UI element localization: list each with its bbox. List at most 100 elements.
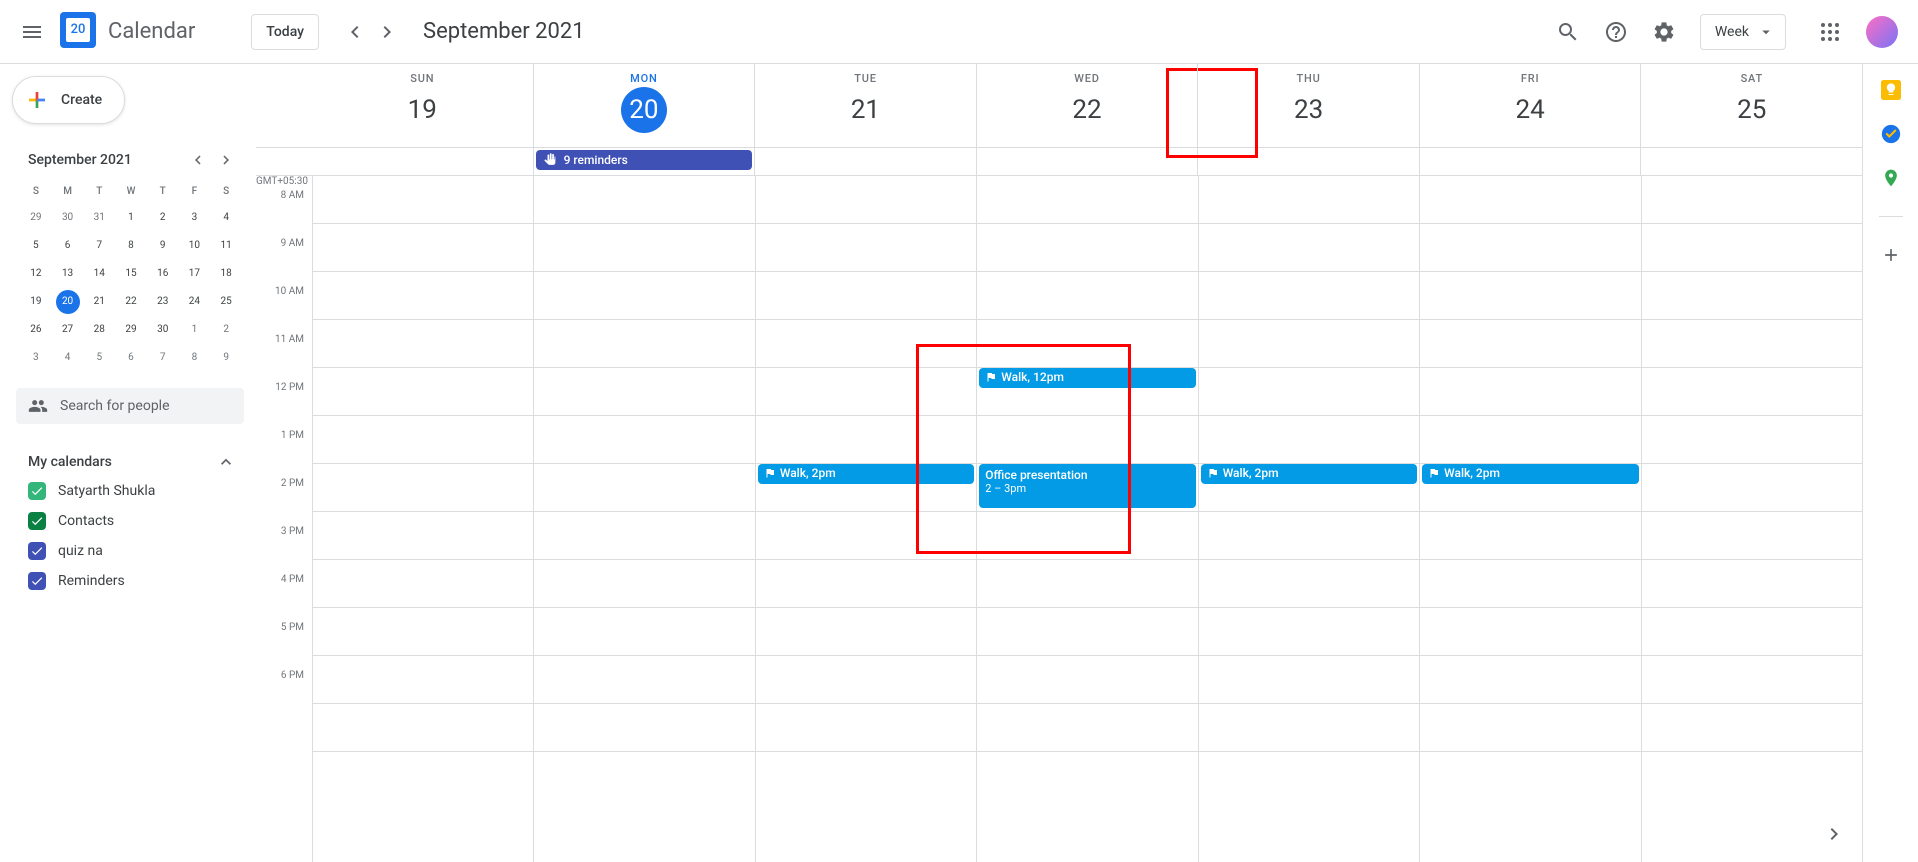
hour-cell[interactable] xyxy=(313,272,533,320)
hour-cell[interactable] xyxy=(534,224,754,272)
day-column[interactable]: Walk, 2pm xyxy=(755,176,976,862)
hour-cell[interactable] xyxy=(534,320,754,368)
hour-cell[interactable] xyxy=(1642,608,1862,656)
hour-cell[interactable] xyxy=(977,272,1197,320)
mini-cal-day[interactable]: 2 xyxy=(151,206,175,230)
hour-cell[interactable] xyxy=(1642,176,1862,224)
hour-cell[interactable] xyxy=(313,512,533,560)
hour-cell[interactable] xyxy=(313,416,533,464)
calendar-list-item[interactable]: quiz na xyxy=(20,536,244,566)
hour-cell[interactable] xyxy=(977,704,1197,752)
mini-cal-day[interactable]: 9 xyxy=(214,346,238,370)
google-apps-button[interactable] xyxy=(1810,12,1850,52)
hour-cell[interactable] xyxy=(1199,512,1419,560)
calendar-list-item[interactable]: Reminders xyxy=(20,566,244,596)
hour-cell[interactable] xyxy=(1199,656,1419,704)
tasks-app-button[interactable] xyxy=(1881,124,1901,144)
hour-cell[interactable] xyxy=(1642,272,1862,320)
view-selector[interactable]: Week xyxy=(1700,14,1786,50)
hour-cell[interactable] xyxy=(977,224,1197,272)
mini-cal-day[interactable]: 31 xyxy=(87,206,111,230)
prev-period-button[interactable] xyxy=(339,16,371,48)
create-button[interactable]: Create xyxy=(12,76,125,124)
allday-cell[interactable]: 9 reminders xyxy=(533,148,755,175)
day-column-header[interactable]: SUN19 xyxy=(312,64,533,147)
hour-cell[interactable] xyxy=(1420,416,1640,464)
allday-cell[interactable] xyxy=(1640,148,1862,175)
hour-cell[interactable] xyxy=(977,416,1197,464)
hour-cell[interactable] xyxy=(1642,416,1862,464)
mini-cal-day[interactable]: 29 xyxy=(119,318,143,342)
hour-cell[interactable] xyxy=(1420,176,1640,224)
hour-cell[interactable] xyxy=(1420,320,1640,368)
hour-cell[interactable] xyxy=(1199,608,1419,656)
calendar-list-item[interactable]: Contacts xyxy=(20,506,244,536)
hour-cell[interactable] xyxy=(1642,224,1862,272)
hour-cell[interactable] xyxy=(977,560,1197,608)
hour-cell[interactable] xyxy=(1420,512,1640,560)
hour-cell[interactable] xyxy=(1642,368,1862,416)
side-panel-expand[interactable] xyxy=(1818,818,1850,850)
mini-cal-day[interactable]: 20 xyxy=(56,290,80,314)
hour-cell[interactable] xyxy=(1420,560,1640,608)
mini-cal-day[interactable]: 6 xyxy=(119,346,143,370)
hour-cell[interactable] xyxy=(313,656,533,704)
mini-cal-day[interactable]: 30 xyxy=(56,206,80,230)
next-period-button[interactable] xyxy=(371,16,403,48)
day-column[interactable] xyxy=(312,176,533,862)
my-calendars-toggle[interactable]: My calendars xyxy=(20,448,244,476)
day-column-header[interactable]: SAT25 xyxy=(1640,64,1862,147)
mini-cal-day[interactable]: 10 xyxy=(182,234,206,258)
mini-cal-day[interactable]: 21 xyxy=(87,290,111,314)
hour-cell[interactable] xyxy=(1199,272,1419,320)
reminder-pill[interactable]: 9 reminders xyxy=(536,150,753,170)
calendar-event[interactable]: Walk, 12pm xyxy=(979,368,1195,388)
mini-cal-day[interactable]: 29 xyxy=(24,206,48,230)
hour-cell[interactable] xyxy=(1420,704,1640,752)
hour-cell[interactable] xyxy=(1199,224,1419,272)
hour-cell[interactable] xyxy=(756,224,976,272)
hour-cell[interactable] xyxy=(1199,320,1419,368)
hour-cell[interactable] xyxy=(534,176,754,224)
allday-cell[interactable] xyxy=(1197,148,1419,175)
hour-cell[interactable] xyxy=(756,416,976,464)
day-column[interactable] xyxy=(533,176,754,862)
hour-cell[interactable] xyxy=(1420,272,1640,320)
support-button[interactable] xyxy=(1596,12,1636,52)
hour-cell[interactable] xyxy=(1642,320,1862,368)
mini-cal-day[interactable]: 4 xyxy=(214,206,238,230)
mini-cal-day[interactable]: 27 xyxy=(56,318,80,342)
mini-cal-day[interactable]: 3 xyxy=(182,206,206,230)
hour-cell[interactable] xyxy=(1642,656,1862,704)
mini-cal-day[interactable]: 4 xyxy=(56,346,80,370)
hour-cell[interactable] xyxy=(1642,512,1862,560)
hour-cell[interactable] xyxy=(534,704,754,752)
mini-cal-day[interactable]: 28 xyxy=(87,318,111,342)
mini-cal-day[interactable]: 2 xyxy=(214,318,238,342)
calendar-list-item[interactable]: Satyarth Shukla xyxy=(20,476,244,506)
mini-cal-day[interactable]: 3 xyxy=(24,346,48,370)
hour-cell[interactable] xyxy=(534,656,754,704)
hour-cell[interactable] xyxy=(756,512,976,560)
hour-cell[interactable] xyxy=(313,464,533,512)
search-people-input[interactable]: Search for people xyxy=(16,388,244,424)
mini-cal-day[interactable]: 5 xyxy=(87,346,111,370)
day-column[interactable]: Walk, 2pm xyxy=(1419,176,1640,862)
day-column-header[interactable]: WED22 xyxy=(976,64,1198,147)
hour-cell[interactable] xyxy=(313,176,533,224)
hour-cell[interactable] xyxy=(1420,224,1640,272)
mini-cal-day[interactable]: 7 xyxy=(87,234,111,258)
hour-cell[interactable] xyxy=(756,320,976,368)
hour-cell[interactable] xyxy=(313,368,533,416)
calendar-event[interactable]: Walk, 2pm xyxy=(1201,464,1417,484)
add-panel-button[interactable] xyxy=(1881,245,1901,265)
maps-app-button[interactable] xyxy=(1881,168,1901,188)
keep-app-button[interactable] xyxy=(1881,80,1901,100)
mini-cal-day[interactable]: 1 xyxy=(182,318,206,342)
search-button[interactable] xyxy=(1548,12,1588,52)
mini-cal-day[interactable]: 19 xyxy=(24,290,48,314)
day-column[interactable]: Walk, 2pm xyxy=(1198,176,1419,862)
mini-cal-prev[interactable] xyxy=(186,148,210,172)
mini-cal-day[interactable]: 7 xyxy=(151,346,175,370)
hour-cell[interactable] xyxy=(313,224,533,272)
